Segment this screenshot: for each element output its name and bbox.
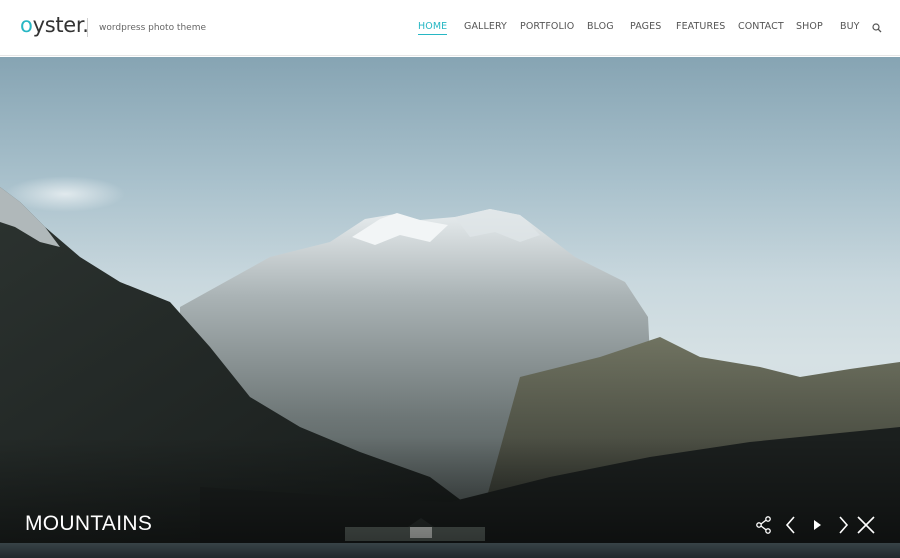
nav-item-home[interactable]: HOME xyxy=(418,21,448,35)
next-icon[interactable] xyxy=(833,515,853,535)
nav-item-features[interactable]: FEATURES xyxy=(676,21,725,32)
nav-item-portfolio[interactable]: PORTFOLIO xyxy=(520,21,574,32)
share-icon[interactable] xyxy=(754,515,774,535)
logo-text: yster. xyxy=(32,13,89,37)
nav-item-buy[interactable]: BUY xyxy=(840,21,860,32)
search-icon[interactable] xyxy=(872,23,882,33)
site-header: oyster. wordpress photo theme HOME GALLE… xyxy=(0,0,900,56)
previous-icon[interactable] xyxy=(781,515,801,535)
play-icon[interactable] xyxy=(807,515,827,535)
slide-image xyxy=(0,176,900,558)
logo-accent-letter: o xyxy=(20,13,33,37)
hero-slide[interactable]: MOUNTAINS xyxy=(0,57,900,558)
slide-title: MOUNTAINS xyxy=(25,512,153,535)
close-icon[interactable] xyxy=(856,515,876,535)
site-logo[interactable]: oyster. xyxy=(20,13,89,37)
nav-item-pages[interactable]: PAGES xyxy=(630,21,661,32)
logo-divider xyxy=(87,18,88,37)
nav-item-gallery[interactable]: GALLERY xyxy=(464,21,507,32)
nav-item-blog[interactable]: BLOG xyxy=(587,21,614,32)
nav-item-shop[interactable]: SHOP xyxy=(796,21,823,32)
nav-item-contact[interactable]: CONTACT xyxy=(738,21,784,32)
site-tagline: wordpress photo theme xyxy=(99,23,207,33)
